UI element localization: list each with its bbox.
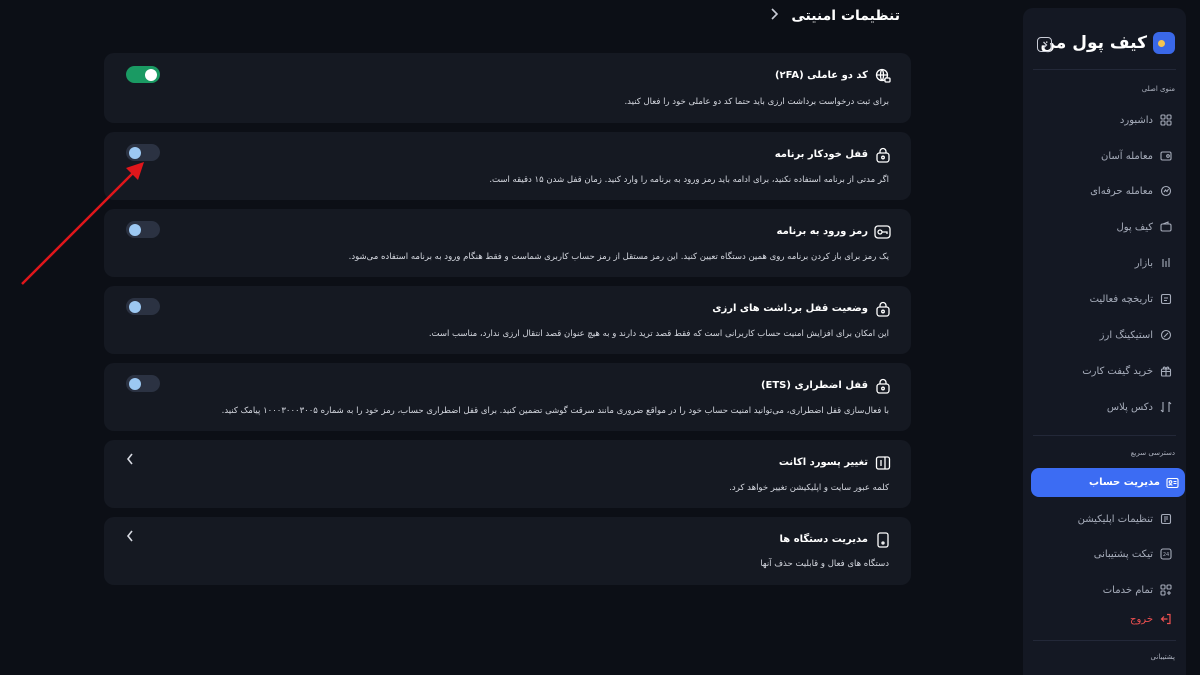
globe-lock-icon	[874, 67, 891, 84]
support-title: پشتیبانی	[1150, 653, 1175, 661]
collapse-sidebar-icon[interactable]	[1037, 37, 1052, 52]
toggle-knob	[129, 377, 141, 390]
toggle-emergency-lock[interactable]	[126, 375, 160, 392]
page-title: تنظیمات امنیتی	[791, 8, 900, 24]
lock-icon	[874, 377, 891, 394]
dex-icon	[1159, 401, 1172, 414]
logout-icon	[1159, 613, 1172, 626]
sidebar-item-account-management[interactable]: مدیریت حساب	[1031, 468, 1185, 497]
brand[interactable]: کیف پول من	[1040, 32, 1175, 54]
sidebar-item-history[interactable]: تاریخچه فعالیت	[1032, 286, 1178, 312]
card-title: کد دو عاملی (۲FA)	[775, 67, 891, 84]
sidebar-item-wallet[interactable]: کیف پول	[1032, 214, 1178, 240]
wallet-icon	[1159, 221, 1172, 234]
card-withdraw-lock: وضعیت قفل برداشت های ارزی این امکان برای…	[104, 286, 911, 354]
sidebar-item-logout[interactable]: خروج	[1032, 606, 1178, 632]
app-root: تنظیمات امنیتی کد دو عاملی (۲FA) برای ثب…	[0, 0, 1200, 675]
sidebar-item-gift-card[interactable]: خرید گیفت کارت	[1032, 358, 1178, 384]
sidebar-item-market[interactable]: بازار	[1032, 250, 1178, 276]
services-icon	[1159, 584, 1172, 597]
sidebar-item-dex-plus[interactable]: دکس پلاس	[1032, 394, 1178, 420]
sidebar-item-support-ticket[interactable]: 24 تیکت پشتیبانی	[1032, 541, 1178, 567]
card-title: قفل خودکار برنامه	[775, 146, 891, 163]
quick-access-title: دسترسی سریع	[1130, 449, 1175, 457]
app-settings-icon	[1159, 513, 1172, 526]
sidebar-item-app-settings[interactable]: تنظیمات اپلیکیشن	[1032, 506, 1178, 532]
sidebar: کیف پول من منوی اصلی داشبورد معامله آسان…	[1023, 8, 1186, 675]
card-desc: یک رمز برای باز کردن برنامه روی همین دست…	[348, 252, 889, 262]
sidebar-item-dashboard[interactable]: داشبورد	[1032, 107, 1178, 133]
divider	[1033, 435, 1176, 436]
card-desc: کلمه عبور سایت و اپلیکیشن تغییر خواهد کر…	[729, 483, 889, 493]
wallet-logo-icon	[1153, 32, 1175, 54]
card-title: تغییر پسورد اکانت	[779, 454, 891, 471]
card-desc: اگر مدتی از برنامه استفاده نکنید، برای ا…	[489, 175, 889, 185]
card-desc: این امکان برای افزایش امنیت حساب کاربران…	[428, 329, 889, 339]
pro-trade-icon	[1159, 185, 1172, 198]
divider	[1033, 640, 1176, 641]
card-title: مدیریت دستگاه ها	[780, 531, 891, 548]
sidebar-item-pro-trade[interactable]: معامله حرفه‌ای	[1032, 178, 1178, 204]
sidebar-item-staking[interactable]: استیکینگ ارز	[1032, 322, 1178, 348]
card-desc: برای ثبت درخواست برداشت ارزی باید حتما ک…	[624, 97, 889, 107]
card-title: وضعیت قفل برداشت های ارزی	[712, 300, 891, 317]
dashboard-icon	[1159, 114, 1172, 127]
device-icon	[874, 531, 891, 548]
gift-icon	[1159, 365, 1172, 378]
history-icon	[1159, 293, 1172, 306]
card-2fa: کد دو عاملی (۲FA) برای ثبت درخواست برداش…	[104, 53, 911, 123]
sidebar-item-all-services[interactable]: تمام خدمات	[1032, 577, 1178, 603]
lock-icon	[874, 300, 891, 317]
toggle-withdraw-lock[interactable]	[126, 298, 160, 315]
svg-text:24: 24	[1162, 552, 1168, 558]
staking-icon	[1159, 329, 1172, 342]
card-app-password: رمز ورود به برنامه یک رمز برای باز کردن …	[104, 209, 911, 277]
divider	[1033, 69, 1176, 70]
annotation-arrow	[21, 162, 144, 285]
brand-name: کیف پول من	[1040, 33, 1147, 53]
card-desc: با فعال‌سازی قفل اضطراری، می‌توانید امنی…	[221, 406, 889, 416]
chevron-left-icon[interactable]	[126, 530, 134, 546]
main-menu-title: منوی اصلی	[1141, 85, 1175, 93]
account-icon	[1166, 476, 1179, 489]
sidebar-item-easy-trade[interactable]: معامله آسان	[1032, 143, 1178, 169]
chevron-left-icon[interactable]	[126, 453, 134, 469]
card-device-management[interactable]: مدیریت دستگاه ها دستگاه های فعال و قابلی…	[104, 517, 911, 585]
support-24-icon: 24	[1159, 548, 1172, 561]
card-auto-lock: قفل خودکار برنامه اگر مدتی از برنامه است…	[104, 132, 911, 200]
card-title: رمز ورود به برنامه	[777, 223, 892, 240]
page-header: تنظیمات امنیتی	[769, 8, 900, 24]
card-title: قفل اضطراری (ETS)	[761, 377, 891, 394]
market-icon	[1159, 257, 1172, 270]
lock-icon	[874, 146, 891, 163]
card-change-password[interactable]: تغییر پسورد اکانت کلمه عبور سایت و اپلیک…	[104, 440, 911, 508]
chevron-right-icon[interactable]	[769, 8, 779, 24]
card-desc: دستگاه های فعال و قابلیت حذف آنها	[760, 559, 889, 569]
password-field-icon	[874, 454, 891, 471]
easy-trade-icon	[1159, 150, 1172, 163]
card-emergency-lock: قفل اضطراری (ETS) با فعال‌سازی قفل اضطرا…	[104, 363, 911, 431]
key-icon	[874, 223, 891, 240]
toggle-knob	[129, 300, 141, 313]
